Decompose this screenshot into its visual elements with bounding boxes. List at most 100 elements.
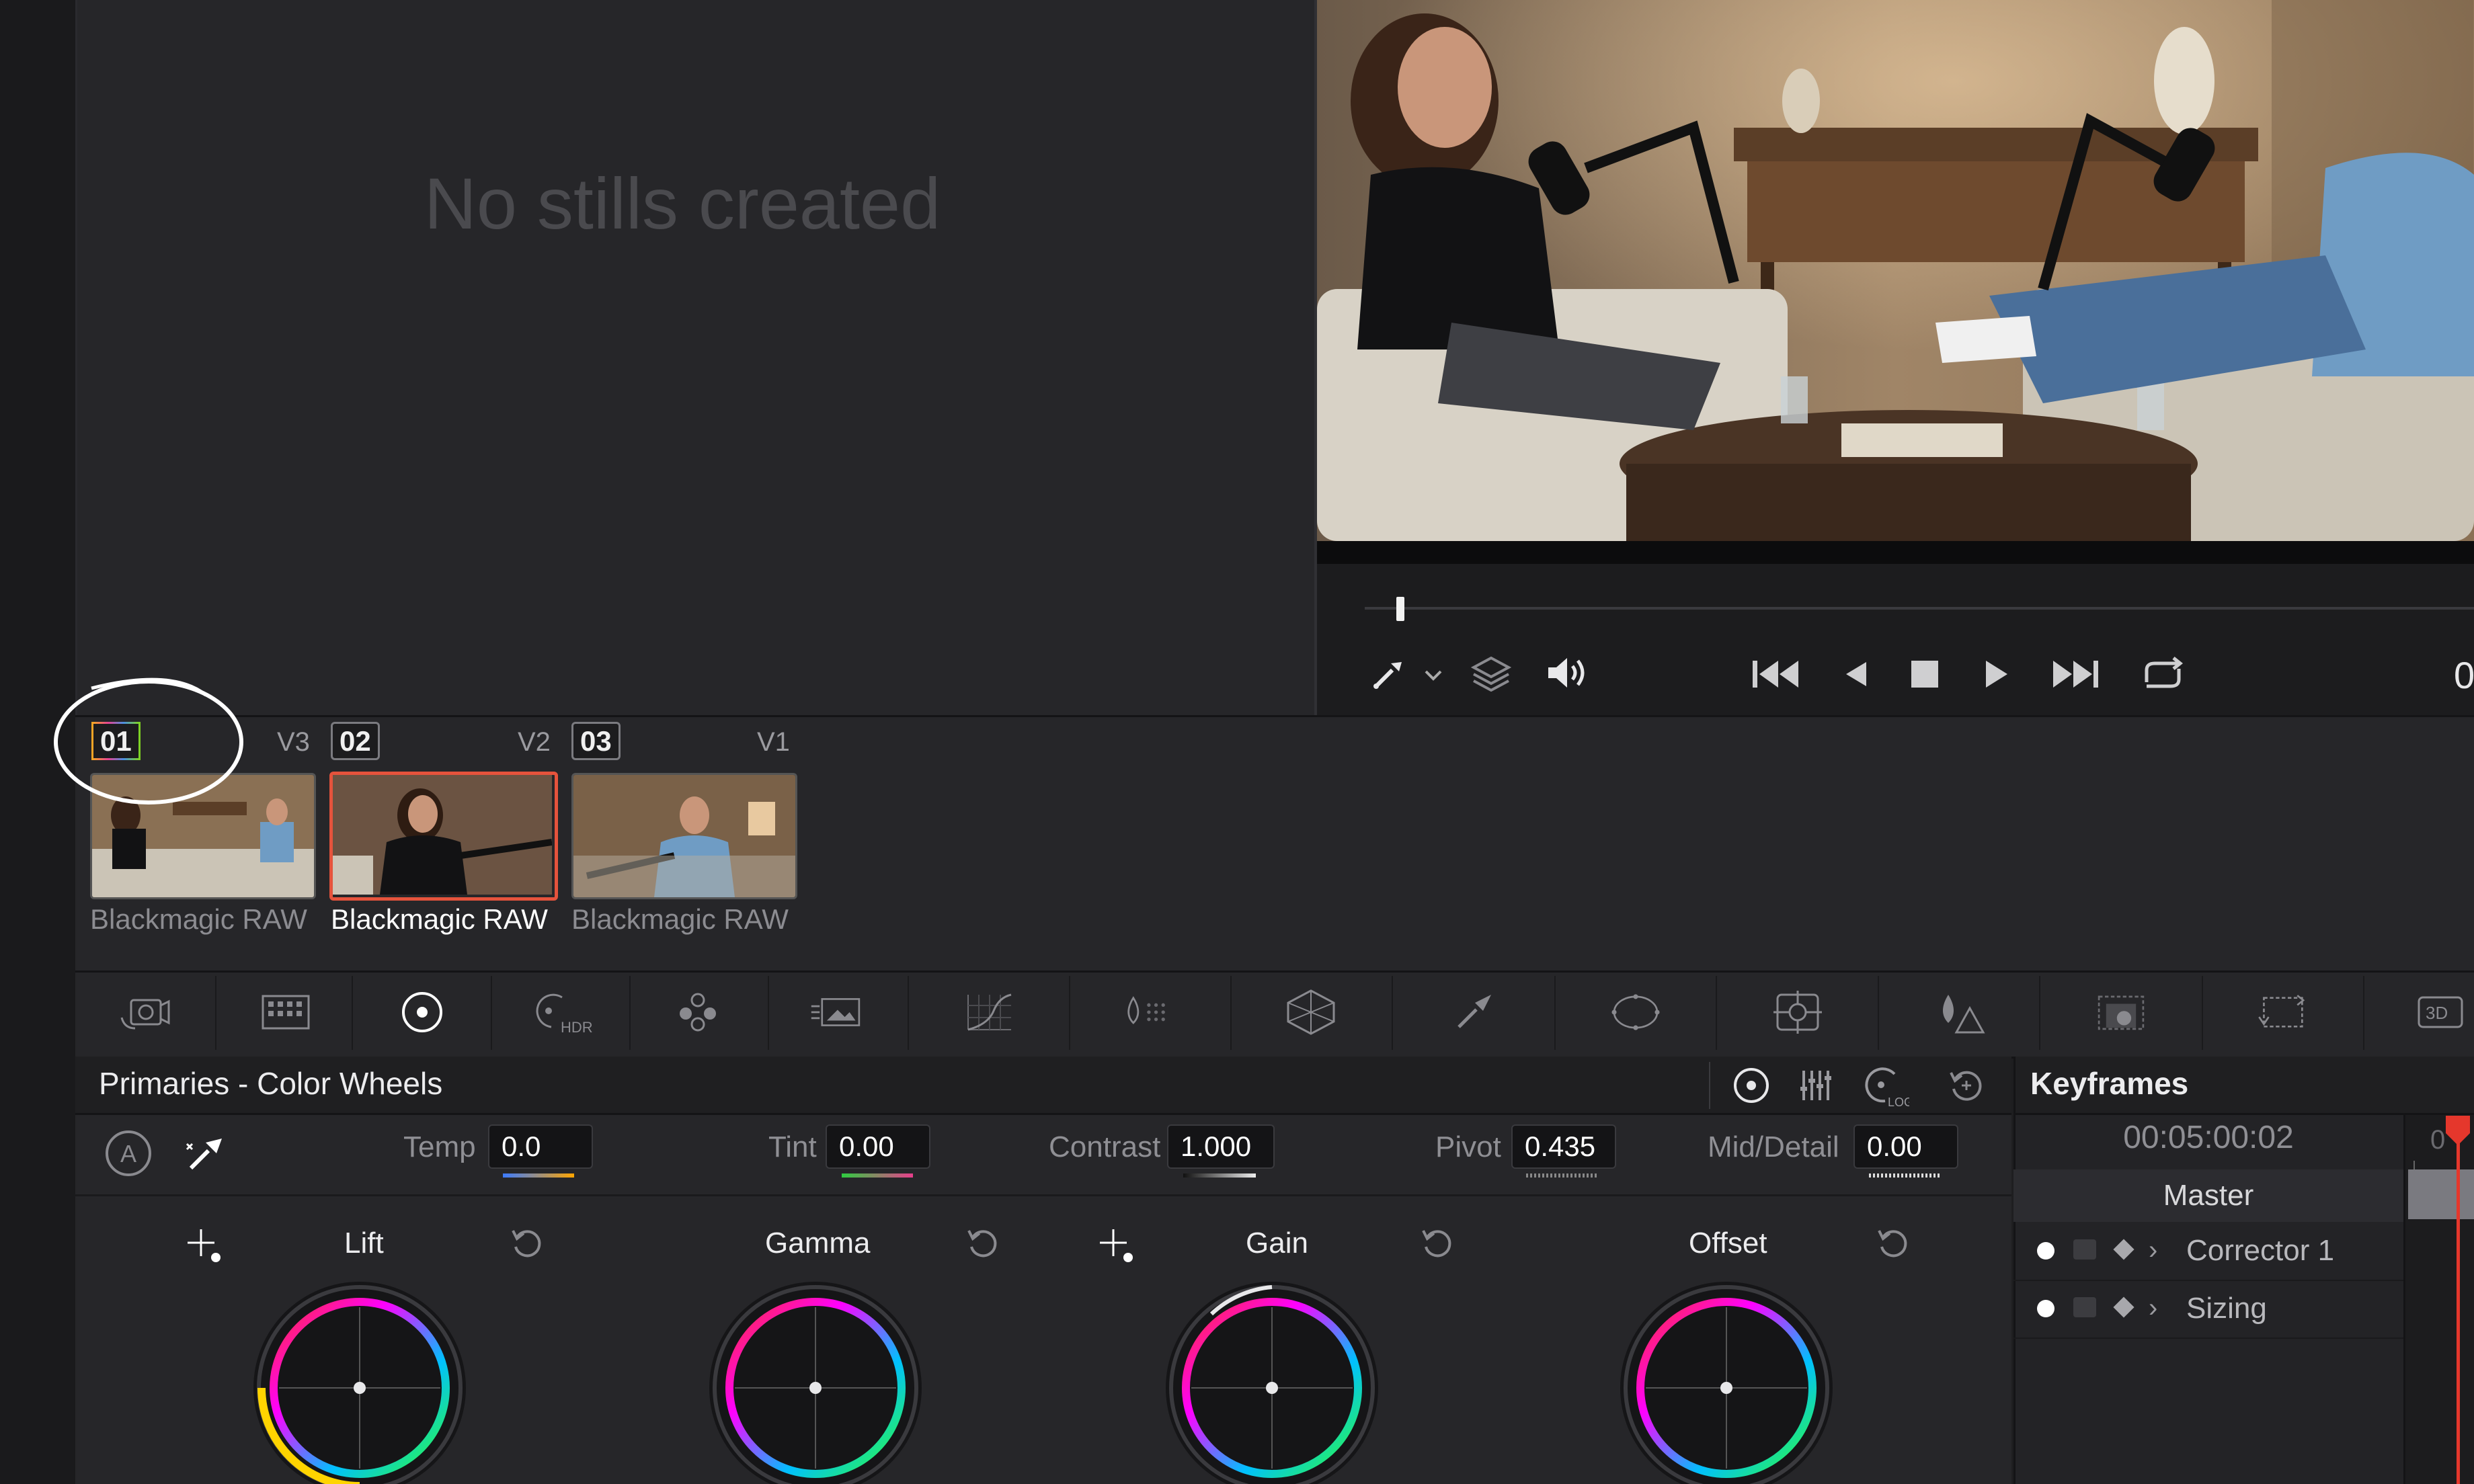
contrast-label: Contrast: [1049, 1130, 1161, 1163]
viewer-scrubber[interactable]: [1365, 607, 2474, 610]
gamma-wheel[interactable]: [701, 1280, 930, 1484]
header-divider: [1709, 1062, 1710, 1109]
magic-mask-icon[interactable]: [1771, 988, 1825, 1036]
chevron-down-icon[interactable]: [1419, 659, 1448, 692]
play-icon[interactable]: [1977, 652, 2017, 696]
palette-divider: [215, 976, 216, 1050]
keyframes-title: Keyframes: [2030, 1066, 2189, 1101]
auto-balance-button[interactable]: A: [102, 1127, 155, 1180]
lift-reset-icon[interactable]: [506, 1222, 549, 1265]
tint-field[interactable]: 0.00: [826, 1124, 930, 1169]
gamma-label: Gamma: [765, 1227, 871, 1260]
3d-icon[interactable]: 3D: [2413, 988, 2467, 1036]
chevron-right-icon[interactable]: ›: [2149, 1235, 2157, 1266]
camera-raw-icon[interactable]: [118, 988, 171, 1036]
sizing-icon[interactable]: [2256, 988, 2309, 1036]
enable-dot-icon[interactable]: [2037, 1242, 2054, 1260]
keyframes-timecode: 00:05:00:02: [2123, 1120, 2294, 1155]
clip-number-03: 03: [571, 722, 621, 760]
clip-label-02: Blackmagic RAW: [331, 903, 548, 935]
skip-end-icon[interactable]: [2047, 652, 2104, 696]
step-back-icon[interactable]: [1835, 652, 1876, 696]
log-mode-icon[interactable]: LOG: [1860, 1061, 1911, 1110]
viewer-frame: [1317, 0, 2474, 541]
layers-icon[interactable]: [1466, 651, 1517, 695]
gamma-reset-icon[interactable]: [961, 1222, 1004, 1265]
clip-thumbnail-02[interactable]: [329, 772, 558, 901]
temp-label: Temp: [403, 1130, 476, 1163]
temp-gradient-bar: [503, 1173, 574, 1178]
clip-thumbnail-03[interactable]: [571, 773, 797, 899]
pivot-bar: [1526, 1173, 1597, 1178]
crosshair-picker-icon[interactable]: [1092, 1222, 1140, 1269]
lift-wheel[interactable]: [245, 1280, 474, 1484]
hdr-icon[interactable]: HDR: [531, 988, 598, 1036]
temp-field[interactable]: 0.0: [488, 1124, 593, 1169]
palette-divider: [2202, 976, 2203, 1050]
lift-label: Lift: [344, 1227, 384, 1260]
color-warper-icon[interactable]: [1121, 988, 1175, 1036]
offset-label: Offset: [1689, 1227, 1767, 1260]
offset-wheel[interactable]: [1612, 1280, 1841, 1484]
palette-divider: [491, 976, 492, 1050]
blur-icon[interactable]: [1932, 988, 1986, 1036]
color-wheels-icon[interactable]: [395, 988, 449, 1036]
lock-icon[interactable]: [2073, 1297, 2096, 1317]
color-match-icon[interactable]: [259, 988, 313, 1036]
ruler-label: 0: [2430, 1125, 2446, 1155]
lock-icon[interactable]: [2073, 1239, 2096, 1260]
master-keyframe-bar: [2408, 1169, 2474, 1219]
tracker-icon[interactable]: [1609, 988, 1663, 1036]
palette-divider: [1392, 976, 1393, 1050]
loop-icon[interactable]: [2134, 652, 2191, 696]
reset-all-icon[interactable]: [1943, 1062, 1990, 1109]
key-icon[interactable]: [2094, 988, 2148, 1036]
bars-mode-icon[interactable]: [1794, 1062, 1841, 1109]
keyframe-row-label: Sizing: [2186, 1292, 2267, 1325]
crosshair-picker-icon[interactable]: [180, 1222, 227, 1269]
annotation-circle: [54, 677, 243, 805]
speaker-icon[interactable]: [1540, 651, 1593, 695]
clip-label-01: Blackmagic RAW: [90, 903, 307, 935]
wheels-mode-icon[interactable]: [1728, 1062, 1775, 1109]
white-balance-picker-icon[interactable]: [180, 1129, 230, 1179]
contrast-field[interactable]: 1.000: [1167, 1124, 1275, 1169]
stop-icon[interactable]: [1903, 652, 1947, 696]
gain-wheel[interactable]: [1158, 1280, 1386, 1484]
gallery-panel: [77, 0, 1314, 715]
palette-divider: [2363, 976, 2364, 1050]
motion-effects-icon[interactable]: [810, 988, 864, 1036]
keyframe-playhead[interactable]: [2457, 1119, 2460, 1484]
contrast-gradient-bar: [1183, 1173, 1256, 1178]
curves-icon[interactable]: [961, 988, 1015, 1036]
rgb-mixer-icon[interactable]: [671, 988, 725, 1036]
clip-track-01: V3: [277, 727, 310, 757]
mid-detail-field[interactable]: 0.00: [1853, 1124, 1958, 1169]
enable-dot-icon[interactable]: [2037, 1300, 2054, 1317]
tint-label: Tint: [768, 1130, 817, 1163]
clip-label-03: Blackmagic RAW: [571, 903, 789, 935]
palette-divider: [908, 976, 909, 1050]
palette-divider: [768, 976, 769, 1050]
palette-divider: [1069, 976, 1070, 1050]
offset-reset-icon[interactable]: [1872, 1222, 1915, 1265]
picker-icon[interactable]: [1365, 652, 1412, 696]
gain-reset-icon[interactable]: [1416, 1222, 1459, 1265]
viewer-letterbox: [1317, 541, 2474, 564]
skip-start-icon[interactable]: [1748, 652, 1804, 696]
svg-text:A: A: [120, 1140, 136, 1167]
window-icon[interactable]: [1447, 988, 1501, 1036]
gain-label: Gain: [1246, 1227, 1308, 1260]
qualifier-icon[interactable]: [1284, 988, 1338, 1036]
chevron-right-icon[interactable]: ›: [2149, 1293, 2157, 1323]
pivot-field[interactable]: 0.435: [1511, 1124, 1616, 1169]
keyframes-master-row[interactable]: Master: [2013, 1169, 2403, 1222]
clip-track-02: V2: [518, 727, 551, 757]
viewer-playhead[interactable]: [1396, 597, 1404, 621]
palette-divider: [1230, 976, 1232, 1050]
palette-divider: [1878, 976, 1879, 1050]
pivot-label: Pivot: [1435, 1130, 1501, 1163]
mid-detail-label: Mid/Detail: [1708, 1130, 1839, 1163]
palette-divider: [352, 976, 353, 1050]
svg-text:HDR: HDR: [561, 1019, 593, 1036]
